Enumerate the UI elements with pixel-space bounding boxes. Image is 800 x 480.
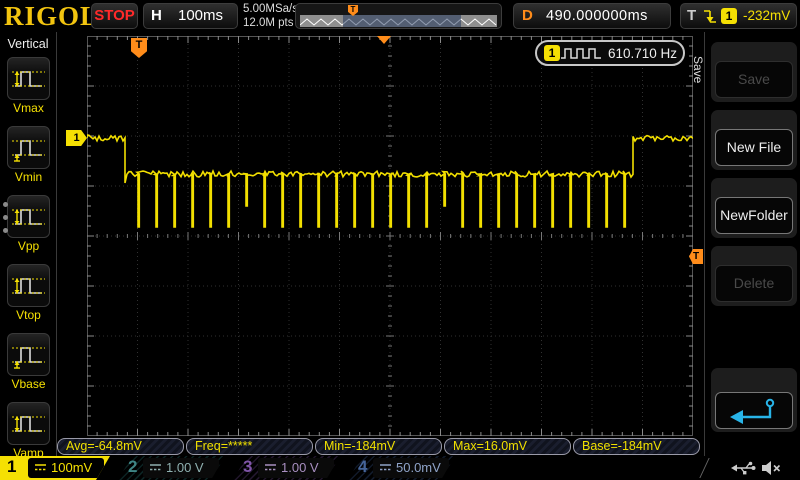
- menu-page-dot: [3, 202, 8, 207]
- trigger-source-badge: 1: [721, 8, 737, 24]
- left-menu-button-vpp[interactable]: [7, 195, 50, 238]
- delay-value: 490.000000ms: [546, 4, 648, 28]
- channel-status-bar: 1 100mV 2 1.00 V 3 1.00 V 4 50.0mV: [0, 456, 800, 480]
- usb-icon: [730, 459, 756, 477]
- freq-counter-channel-badge: 1: [544, 45, 560, 61]
- channel-1-scale: 100mV: [28, 458, 104, 478]
- vpp-icon: [9, 200, 48, 233]
- return-arrow-icon: [722, 396, 786, 426]
- channel-4-number: 4: [358, 457, 367, 477]
- waveform-overview-bar[interactable]: T: [295, 3, 502, 29]
- speaker-muted-icon: [758, 458, 784, 478]
- channel-2-scale: 1.00 V: [143, 458, 219, 478]
- rigol-logo: RIGOL: [4, 1, 99, 31]
- acquisition-info: 5.00MSa/s 12.0M pts: [243, 2, 298, 30]
- vertical-measure-menu: Vertical VmaxVminVppVtopVbaseVamp: [0, 32, 57, 456]
- vmin-icon: [9, 131, 48, 164]
- left-menu-button-vbase[interactable]: [7, 333, 50, 376]
- horizontal-label: H: [151, 4, 162, 28]
- measurement-item-3: Max=16.0mV: [444, 438, 571, 455]
- channel-1-status[interactable]: 1 100mV: [0, 456, 112, 480]
- run-state-indicator[interactable]: STOP: [91, 3, 138, 29]
- channel-3-number: 3: [243, 457, 252, 477]
- measurement-item-1: Freq=*****: [186, 438, 313, 455]
- right-menu-button-delete[interactable]: Delete: [715, 265, 793, 302]
- delay-box[interactable]: D 490.000000ms: [513, 3, 671, 29]
- vamp-icon: [9, 407, 48, 440]
- left-menu-label-vtop: Vtop: [0, 308, 57, 322]
- trigger-box[interactable]: T 1 -232mV: [680, 3, 797, 29]
- left-menu-button-vmax[interactable]: [7, 57, 50, 100]
- channel-4-scale: 50.0mV: [373, 458, 449, 478]
- trigger-label: T: [687, 4, 696, 28]
- falling-edge-icon: [703, 8, 717, 25]
- channel-3-scale: 1.00 V: [258, 458, 334, 478]
- measurement-item-4: Base=-184mV: [573, 438, 700, 455]
- sample-rate: 5.00MSa/s: [243, 2, 298, 16]
- measurement-item-0: Avg=-64.8mV: [57, 438, 184, 455]
- coupling-icon: [264, 462, 277, 473]
- frequency-counter: 1 610.710 Hz: [535, 40, 685, 66]
- channel-2-number: 2: [128, 457, 137, 477]
- measurement-results-bar: Avg=-64.8mVFreq=*****Min=-184mVMax=16.0m…: [57, 438, 700, 456]
- left-menu-button-vamp[interactable]: [7, 402, 50, 445]
- channel-1-scale-value: 100mV: [51, 460, 92, 475]
- coupling-icon: [379, 462, 392, 473]
- left-menu-button-vmin[interactable]: [7, 126, 50, 169]
- channel-4-status[interactable]: 4 50.0mV: [345, 456, 457, 480]
- coupling-icon: [34, 462, 47, 473]
- menu-page-dot: [3, 228, 8, 233]
- left-menu-label-vmin: Vmin: [0, 170, 57, 184]
- left-menu-button-vtop[interactable]: [7, 264, 50, 307]
- vtop-icon: [9, 269, 48, 302]
- left-menu-title: Vertical: [0, 37, 56, 51]
- trigger-level-value: -232mV: [743, 4, 790, 28]
- memory-depth: 12.0M pts: [243, 16, 298, 30]
- coupling-icon: [149, 462, 162, 473]
- channel-3-scale-value: 1.00 V: [281, 460, 319, 475]
- overview-display-window: [343, 15, 461, 27]
- channel1-level-marker[interactable]: 1: [66, 130, 87, 146]
- channel-1-number: 1: [7, 457, 16, 477]
- left-menu-label-vmax: Vmax: [0, 101, 57, 115]
- channel-3-status[interactable]: 3 1.00 V: [230, 456, 342, 480]
- right-menu-button-new-file[interactable]: New File: [715, 129, 793, 166]
- measurement-item-2: Min=-184mV: [315, 438, 442, 455]
- right-menu-button-return[interactable]: [715, 392, 793, 429]
- status-divider: [699, 458, 709, 478]
- menu-page-dot: [3, 215, 8, 220]
- vmax-icon: [9, 62, 48, 95]
- square-wave-icon: [560, 45, 604, 61]
- channel-4-scale-value: 50.0mV: [396, 460, 441, 475]
- oscilloscope-screen: RIGOL STOP H 100ms 5.00MSa/s 12.0M pts T…: [0, 0, 800, 480]
- channel1-waveform-trace: [87, 36, 693, 436]
- right-menu-button-save[interactable]: Save: [715, 61, 793, 98]
- vbase-icon: [9, 338, 48, 371]
- freq-counter-value: 610.710 Hz: [608, 46, 677, 61]
- delay-label: D: [522, 4, 533, 28]
- save-menu: Save SaveNew FileNewFolderDelete: [704, 32, 800, 456]
- channel-2-scale-value: 1.00 V: [166, 460, 204, 475]
- timebase-value: 100ms: [178, 4, 223, 28]
- left-menu-label-vpp: Vpp: [0, 239, 57, 253]
- channel-2-status[interactable]: 2 1.00 V: [115, 456, 227, 480]
- right-menu-button-newfolder[interactable]: NewFolder: [715, 197, 793, 234]
- horizontal-timebase-box[interactable]: H 100ms: [143, 3, 238, 29]
- waveform-display-area[interactable]: T 1 T 1 610.710 Hz: [87, 36, 693, 436]
- save-menu-tab-label: Save: [691, 56, 705, 83]
- left-menu-label-vbase: Vbase: [0, 377, 57, 391]
